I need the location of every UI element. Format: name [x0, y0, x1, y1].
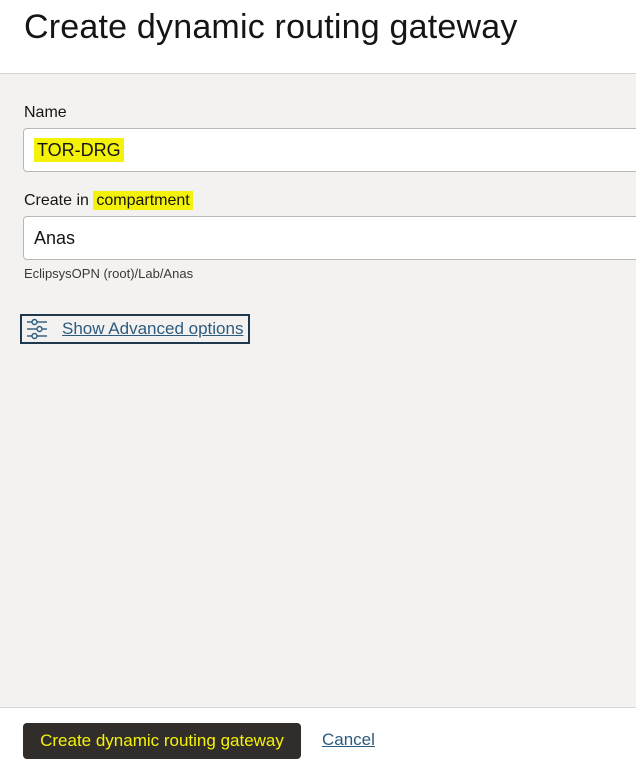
name-label: Name: [24, 104, 67, 122]
cancel-link[interactable]: Cancel: [322, 730, 375, 750]
name-label-text: Name: [24, 104, 67, 121]
show-advanced-options-label: Show Advanced options: [62, 319, 244, 338]
name-input-value: TOR-DRG: [34, 138, 124, 162]
create-drg-button-label: Create dynamic routing gateway: [40, 731, 284, 750]
compartment-select[interactable]: Anas: [23, 216, 636, 260]
sliders-icon: [24, 317, 50, 341]
compartment-label-prefix: Create in: [24, 192, 89, 209]
compartment-label-highlight: compartment: [93, 191, 193, 210]
compartment-label: Create in compartment: [24, 191, 193, 210]
show-advanced-options-link[interactable]: Show Advanced options: [20, 314, 250, 344]
panel-footer: Create dynamic routing gateway Cancel: [0, 707, 636, 772]
compartment-path: EclipsysOPN (root)/Lab/Anas: [24, 266, 194, 281]
name-input[interactable]: TOR-DRG: [23, 128, 636, 172]
panel-header: Create dynamic routing gateway: [0, 0, 636, 74]
page-title: Create dynamic routing gateway: [24, 8, 518, 46]
create-drg-button[interactable]: Create dynamic routing gateway: [23, 723, 301, 759]
compartment-select-value: Anas: [34, 228, 76, 248]
